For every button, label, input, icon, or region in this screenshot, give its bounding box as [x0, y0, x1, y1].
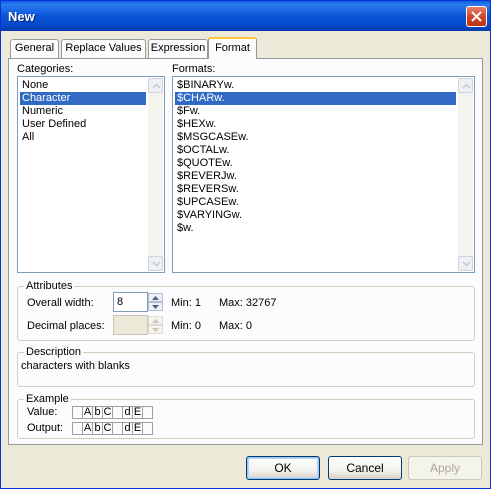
formats-scrollbar[interactable]: [458, 78, 473, 271]
attributes-group: Attributes Overall width: 8 Min: 1 Max: …: [17, 280, 475, 341]
formats-scroll-down-button[interactable]: [458, 256, 473, 271]
tab-expression-label: Expression: [150, 42, 206, 54]
example-value-cells: AbCdE: [72, 406, 154, 419]
arrow-up-icon: [462, 83, 471, 89]
description-text: characters with blanks: [21, 360, 130, 372]
categories-list-item[interactable]: Character: [20, 92, 146, 105]
tab-replace-values[interactable]: Replace Values: [61, 39, 146, 58]
tab-format-label: Format: [215, 42, 250, 54]
ok-button[interactable]: OK: [246, 456, 320, 480]
formats-list-item[interactable]: $QUOTEw.: [175, 157, 456, 170]
formats-list-item[interactable]: $REVERJw.: [175, 170, 456, 183]
overall-width-label: Overall width:: [27, 297, 94, 309]
close-button[interactable]: [466, 6, 487, 27]
attributes-title: Attributes: [24, 280, 75, 292]
overall-width-min: Min: 1: [171, 297, 201, 309]
formats-list-item[interactable]: $VARYINGw.: [175, 209, 456, 222]
decimal-places-max: Max: 0: [219, 320, 253, 332]
example-value-cell: [142, 406, 153, 419]
apply-button[interactable]: Apply: [408, 456, 482, 480]
decimal-places-down-button[interactable]: [148, 325, 163, 334]
overall-width-spinner[interactable]: [148, 293, 163, 311]
arrow-up-icon: [152, 83, 161, 89]
categories-list-item[interactable]: All: [20, 131, 146, 144]
formats-list-item[interactable]: $w.: [175, 222, 456, 235]
tab-expression[interactable]: Expression: [148, 39, 208, 58]
overall-width-input[interactable]: 8: [113, 292, 148, 312]
cancel-button[interactable]: Cancel: [328, 456, 402, 480]
categories-scrollbar[interactable]: [148, 78, 163, 271]
example-output-cells: AbCdE: [72, 422, 154, 435]
formats-scroll-up-button[interactable]: [458, 78, 473, 93]
example-output-label: Output:: [27, 422, 64, 434]
formats-label: Formats:: [172, 63, 216, 75]
arrow-down-icon: [152, 328, 159, 332]
decimal-places-min: Min: 0: [171, 320, 201, 332]
formats-list-item[interactable]: $CHARw.: [175, 92, 456, 105]
format-tab-panel: Categories: None Character Numeric User Def…: [8, 58, 483, 445]
decimal-places-label: Decimal places:: [27, 320, 105, 332]
categories-listbox[interactable]: None Character Numeric User Defined All: [17, 76, 165, 273]
decimal-places-up-button[interactable]: [148, 316, 163, 325]
tab-general-label: General: [14, 42, 55, 54]
arrow-up-icon: [152, 319, 159, 323]
categories-list-item[interactable]: Numeric: [20, 105, 146, 118]
categories-list-item[interactable]: User Defined: [20, 118, 146, 131]
arrow-down-icon: [152, 305, 159, 309]
formats-list-item[interactable]: $REVERSw.: [175, 183, 456, 196]
description-group: Description characters with blanks: [17, 346, 475, 387]
example-title: Example: [24, 393, 71, 405]
tab-general[interactable]: General: [10, 39, 59, 58]
description-title: Description: [24, 346, 84, 358]
formats-list-item[interactable]: $HEXw.: [175, 118, 456, 131]
tab-format[interactable]: Format: [208, 37, 257, 59]
categories-label: Categories:: [17, 63, 74, 75]
formats-list-item[interactable]: $OCTALw.: [175, 144, 456, 157]
tab-replace-values-label: Replace Values: [65, 42, 142, 54]
categories-scroll-up-button[interactable]: [148, 78, 163, 93]
arrow-up-icon: [152, 296, 159, 300]
overall-width-down-button[interactable]: [148, 302, 163, 311]
example-output-cell: [142, 422, 153, 435]
title-bar[interactable]: New: [1, 1, 490, 31]
decimal-places-input[interactable]: [113, 315, 148, 335]
categories-list-item[interactable]: None: [20, 79, 146, 92]
arrow-down-icon: [152, 261, 161, 267]
categories-scroll-down-button[interactable]: [148, 256, 163, 271]
example-group: Example Value: AbCdE Output: AbCdE: [17, 393, 475, 439]
formats-list-item[interactable]: $Fw.: [175, 105, 456, 118]
formats-list-item[interactable]: $BINARYw.: [175, 79, 456, 92]
close-icon: [471, 11, 482, 22]
arrow-down-icon: [462, 261, 471, 267]
formats-list-item[interactable]: $UPCASEw.: [175, 196, 456, 209]
dialog-window: New General Replace Values Expression Fo…: [0, 0, 491, 489]
overall-width-up-button[interactable]: [148, 293, 163, 302]
decimal-places-spinner[interactable]: [148, 316, 163, 334]
overall-width-max: Max: 32767: [219, 297, 277, 309]
formats-list-item[interactable]: $MSGCASEw.: [175, 131, 456, 144]
example-value-label: Value:: [27, 406, 58, 418]
formats-listbox[interactable]: $BINARYw. $CHARw. $Fw. $HEXw. $MSGCASEw. $OCT…: [172, 76, 475, 273]
window-title: New: [8, 9, 35, 24]
